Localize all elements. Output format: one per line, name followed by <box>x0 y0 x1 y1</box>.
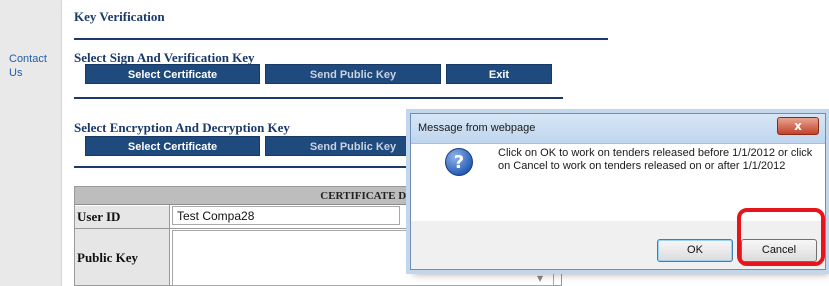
sign-section-divider <box>74 97 563 99</box>
page-title: Key Verification <box>74 9 165 24</box>
dialog-titlebar[interactable]: Message from webpage x <box>411 114 825 144</box>
close-icon[interactable]: x <box>777 117 819 135</box>
contact-us-link[interactable]: Contact Us <box>9 52 57 80</box>
table-column-divider <box>169 205 170 285</box>
user-id-label: User ID <box>75 206 169 228</box>
public-key-label: Public Key <box>75 229 169 285</box>
encryption-section-title: Select Encryption And Decryption Key <box>74 120 290 135</box>
question-icon: ? <box>445 148 473 176</box>
sign-select-certificate-button[interactable]: Select Certificate <box>85 64 260 84</box>
title-divider <box>74 38 608 40</box>
dialog-message: Click on OK to work on tenders released … <box>498 147 813 172</box>
user-id-field[interactable]: Test Compa28 <box>172 206 400 225</box>
exit-button[interactable]: Exit <box>446 64 552 84</box>
ok-button[interactable]: OK <box>657 239 733 262</box>
encryption-select-certificate-button[interactable]: Select Certificate <box>85 136 260 156</box>
sign-send-public-key-button[interactable]: Send Public Key <box>265 64 441 84</box>
left-sidebar <box>0 0 62 286</box>
scroll-down-arrow-icon[interactable]: ▼ <box>537 274 543 283</box>
dialog-title: Message from webpage <box>418 122 536 134</box>
cancel-highlight-annotation <box>737 208 825 266</box>
